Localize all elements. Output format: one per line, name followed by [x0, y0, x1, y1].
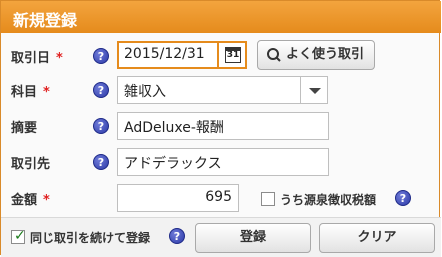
help-icon[interactable]: ?	[93, 82, 109, 98]
calendar-icon: 31	[225, 47, 241, 63]
register-button[interactable]: 登録	[195, 223, 311, 253]
calendar-button[interactable]: 31	[217, 41, 247, 69]
help-icon[interactable]: ?	[169, 228, 185, 244]
panel-header: 新規登録	[1, 1, 441, 33]
help-icon[interactable]: ?	[93, 48, 109, 64]
memo-input[interactable]: AdDeluxe-報酬	[117, 112, 329, 140]
new-entry-panel: 新規登録 取引日 * ? 2015/12/31 31 よく使う取引 科目 * ? 雑…	[0, 0, 441, 257]
required-mark: *	[56, 51, 63, 66]
category-select[interactable]: 雑収入	[117, 76, 301, 104]
withholding-label: うち源泉徴収税額	[280, 193, 377, 207]
label-category: 科目 *	[11, 85, 50, 100]
help-icon[interactable]: ?	[93, 118, 109, 134]
withholding-checkbox[interactable]	[261, 192, 275, 206]
panel-footer: ✓ 同じ取引を続けて登録 ? 登録 クリア	[1, 217, 441, 257]
row-amount: 金額 * 695 うち源泉徴収税額 ?	[1, 179, 441, 217]
label-amount: 金額 *	[11, 193, 50, 208]
often-used-transaction-button[interactable]: よく使う取引	[257, 40, 375, 70]
amount-input[interactable]: 695	[117, 184, 239, 212]
continue-label: 同じ取引を続けて登録	[30, 231, 151, 245]
row-partner: 取引先 ? アドデラックス	[1, 143, 441, 181]
row-memo: 摘要 ? AdDeluxe-報酬	[1, 107, 441, 145]
row-category: 科目 * ? 雑収入	[1, 71, 441, 109]
required-mark: *	[43, 85, 50, 100]
date-input[interactable]: 2015/12/31	[117, 41, 219, 69]
continue-checkbox[interactable]: ✓	[11, 228, 26, 244]
help-icon[interactable]: ?	[93, 154, 109, 170]
label-date: 取引日 *	[11, 51, 63, 66]
chevron-down-icon[interactable]	[300, 76, 328, 104]
label-partner: 取引先	[11, 157, 51, 172]
required-mark: *	[43, 193, 50, 208]
help-icon[interactable]: ?	[395, 190, 411, 206]
panel-title: 新規登録	[13, 11, 78, 30]
check-icon: ✓	[14, 228, 26, 244]
clear-button[interactable]: クリア	[319, 223, 435, 253]
label-memo: 摘要	[11, 121, 38, 136]
row-date: 取引日 * ? 2015/12/31 31 よく使う取引	[1, 37, 441, 75]
partner-input[interactable]: アドデラックス	[117, 148, 329, 176]
